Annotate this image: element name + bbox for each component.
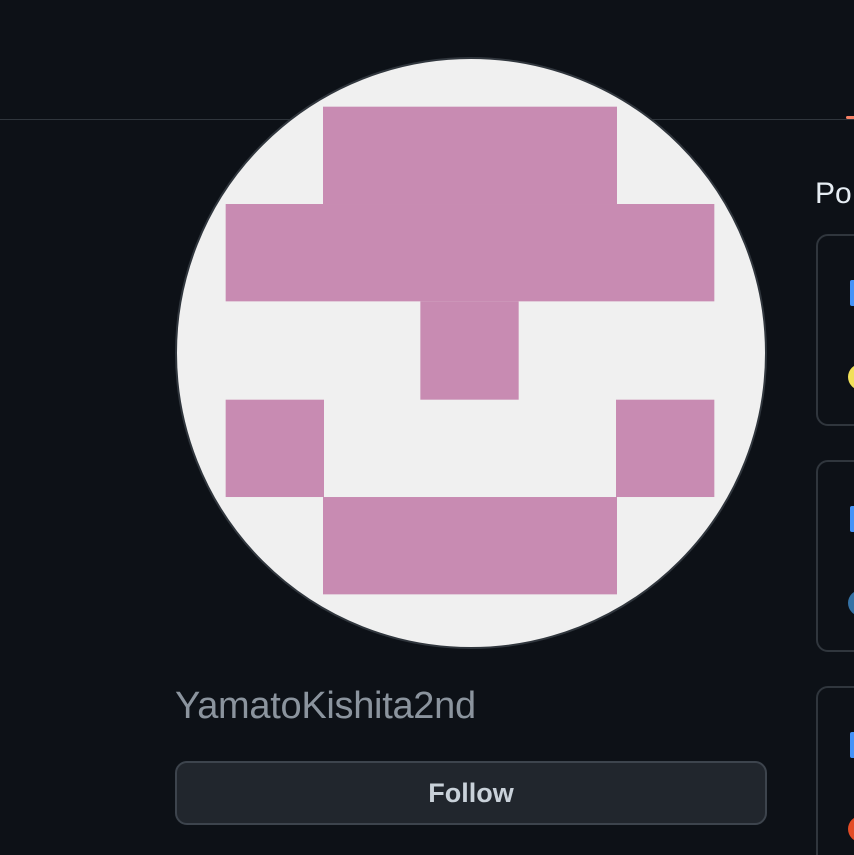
pinned-repo-card[interactable]: [816, 234, 854, 426]
follow-button[interactable]: Follow: [175, 761, 767, 825]
identicon-cell: [616, 399, 715, 498]
identicon-cell: [225, 399, 324, 498]
identicon-cell: [323, 106, 618, 205]
profile-username: YamatoKishita2nd: [175, 685, 476, 727]
identicon-cell: [420, 301, 519, 400]
language-color-dot: [848, 816, 854, 842]
pinned-repo-card[interactable]: [816, 686, 854, 855]
avatar[interactable]: [175, 57, 767, 649]
language-color-dot: [848, 364, 854, 390]
repo-link[interactable]: [850, 732, 854, 758]
identicon-image: [225, 106, 715, 595]
selected-tab-underline: [846, 116, 854, 119]
pinned-repo-card[interactable]: [816, 460, 854, 652]
repo-link[interactable]: [850, 506, 854, 532]
language-color-dot: [848, 590, 854, 616]
profile-page: YamatoKishita2nd Follow Po: [0, 0, 854, 855]
identicon-cell: [225, 204, 715, 302]
repo-link[interactable]: [850, 280, 854, 306]
pinned-section-heading: Po: [815, 177, 852, 210]
identicon-cell: [323, 497, 618, 595]
